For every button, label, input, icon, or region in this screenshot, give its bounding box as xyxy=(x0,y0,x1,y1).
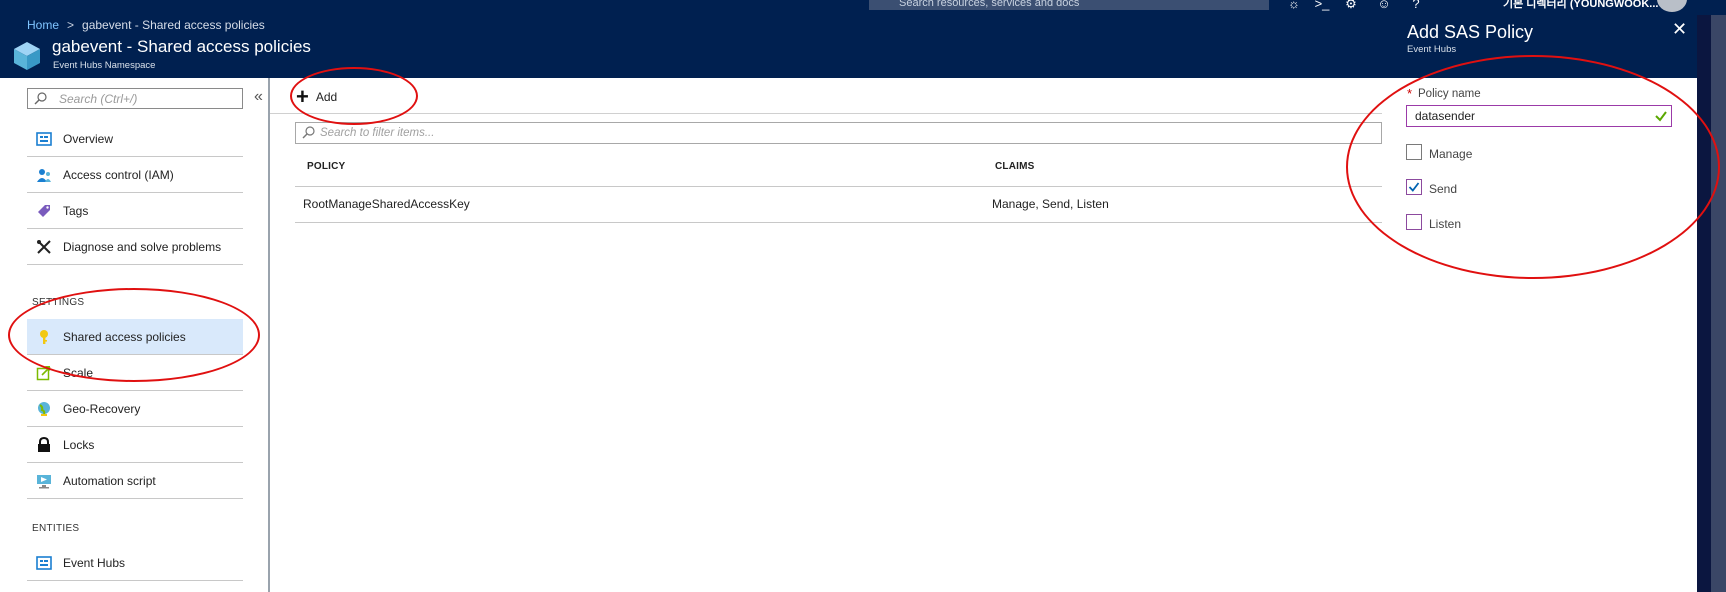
send-checkbox-label: Send xyxy=(1429,182,1458,196)
account-name[interactable]: 기본 디렉터리 (YOUNGWOOK... xyxy=(1503,0,1658,14)
valid-check-icon xyxy=(1655,111,1667,122)
sidebar-item-label: Event Hubs xyxy=(63,556,126,570)
panel-title: Add SAS Policy xyxy=(1407,22,1534,42)
menu-search-placeholder: Search (Ctrl+/) xyxy=(59,92,138,106)
wrench-icon xyxy=(37,240,51,254)
sidebar-item-geo-recovery[interactable]: Geo-Recovery xyxy=(27,391,243,427)
automation-icon xyxy=(37,475,51,489)
iam-icon xyxy=(37,169,51,182)
column-header-claims[interactable]: CLAIMS xyxy=(995,161,1035,172)
settings-icon[interactable]: ⚙ xyxy=(1342,0,1360,12)
main-content: + Add Search to filter items... POLICY C… xyxy=(270,78,1382,592)
sidebar-item-automation-script[interactable]: Automation script xyxy=(27,463,243,499)
sidebar-item-label: Overview xyxy=(63,132,114,146)
resource-menu: Search (Ctrl+/) « Overview Access contro… xyxy=(0,78,270,592)
close-icon[interactable]: ✕ xyxy=(1672,19,1687,40)
entities-section-header: ENTITIES xyxy=(32,523,80,534)
sidebar-item-label: Locks xyxy=(63,438,95,452)
breadcrumb-current: gabevent - Shared access policies xyxy=(82,18,265,32)
notifications-icon[interactable]: ☼ xyxy=(1285,0,1303,12)
policy-name-label: Policy name xyxy=(1418,88,1481,100)
sidebar-item-label: Automation script xyxy=(63,474,156,488)
sidebar-item-access-control[interactable]: Access control (IAM) xyxy=(27,157,243,193)
lock-icon xyxy=(38,437,50,452)
sidebar-item-label: Geo-Recovery xyxy=(63,402,141,416)
overview-icon xyxy=(36,132,52,146)
background-band xyxy=(1711,15,1726,592)
search-icon xyxy=(302,126,315,139)
breadcrumb-separator: > xyxy=(67,18,75,32)
page-title: gabevent - Shared access policies xyxy=(52,37,311,56)
menu-search-input[interactable]: Search (Ctrl+/) xyxy=(27,88,243,109)
listen-checkbox[interactable] xyxy=(1406,214,1422,230)
sidebar-item-diagnose[interactable]: Diagnose and solve problems xyxy=(27,229,243,265)
filter-input[interactable]: Search to filter items... xyxy=(295,122,1382,144)
avatar[interactable] xyxy=(1657,0,1687,12)
help-icon[interactable]: ? xyxy=(1407,0,1425,12)
collapse-menu-button[interactable]: « xyxy=(254,88,263,106)
required-indicator: * xyxy=(1407,86,1413,101)
feedback-icon[interactable]: ☺ xyxy=(1375,0,1393,12)
sidebar-item-label: Scale xyxy=(63,366,94,380)
manage-checkbox[interactable] xyxy=(1406,144,1422,160)
scale-icon xyxy=(36,366,51,381)
add-button-label: Add xyxy=(315,90,338,104)
background-gutter xyxy=(1697,15,1726,592)
blade-header: Home > gabevent - Shared access policies g… xyxy=(0,15,1382,78)
panel-header: Add SAS Policy Event Hubs ✕ xyxy=(1382,15,1697,78)
add-sas-policy-panel: Add SAS Policy Event Hubs ✕ * Policy nam… xyxy=(1382,15,1697,592)
settings-section-header: SETTINGS xyxy=(32,297,85,308)
sidebar-item-tags[interactable]: Tags xyxy=(27,193,243,229)
sidebar-item-label: Tags xyxy=(63,204,89,218)
search-icon xyxy=(34,92,47,105)
toolbar-divider xyxy=(270,113,1382,114)
sidebar-item-label: Diagnose and solve problems xyxy=(63,240,222,254)
policy-name-input[interactable] xyxy=(1406,105,1672,127)
global-search-input[interactable]: Search resources, services and docs xyxy=(869,0,1269,10)
manage-checkbox-label: Manage xyxy=(1429,147,1473,161)
sidebar-item-shared-access-policies[interactable]: Shared access policies xyxy=(27,319,243,355)
event-hubs-icon xyxy=(36,556,52,570)
key-icon xyxy=(40,330,48,344)
column-header-policy[interactable]: POLICY xyxy=(307,161,345,172)
sidebar-item-scale[interactable]: Scale xyxy=(27,355,243,391)
top-bar: Search resources, services and docs ☼ >_… xyxy=(0,0,1726,15)
breadcrumb-home-link[interactable]: Home xyxy=(27,18,59,32)
listen-checkbox-label: Listen xyxy=(1429,217,1462,231)
panel-subtitle: Event Hubs xyxy=(1407,44,1457,55)
sidebar-item-event-hubs[interactable]: Event Hubs xyxy=(27,545,243,581)
table-header-divider xyxy=(295,186,1382,187)
claims-cell: Manage, Send, Listen xyxy=(992,197,1109,211)
sidebar-item-label: Shared access policies xyxy=(63,330,186,344)
globe-icon xyxy=(38,402,50,416)
add-button[interactable]: + Add xyxy=(296,85,337,109)
table-row-divider xyxy=(295,222,1382,223)
cloud-shell-icon[interactable]: >_ xyxy=(1313,0,1331,12)
page-subtitle: Event Hubs Namespace xyxy=(53,60,156,71)
sidebar-item-overview[interactable]: Overview xyxy=(27,121,243,157)
sidebar-item-label: Access control (IAM) xyxy=(63,168,174,182)
checkmark-icon xyxy=(1408,182,1420,192)
plus-icon: + xyxy=(296,84,309,109)
send-checkbox[interactable] xyxy=(1406,179,1422,195)
event-hubs-namespace-icon xyxy=(14,42,40,70)
breadcrumb: Home > gabevent - Shared access policies xyxy=(27,18,265,32)
policy-name-cell[interactable]: RootManageSharedAccessKey xyxy=(303,197,470,211)
sidebar-item-locks[interactable]: Locks xyxy=(27,427,243,463)
tag-icon xyxy=(38,205,50,217)
filter-placeholder: Search to filter items... xyxy=(320,127,435,139)
